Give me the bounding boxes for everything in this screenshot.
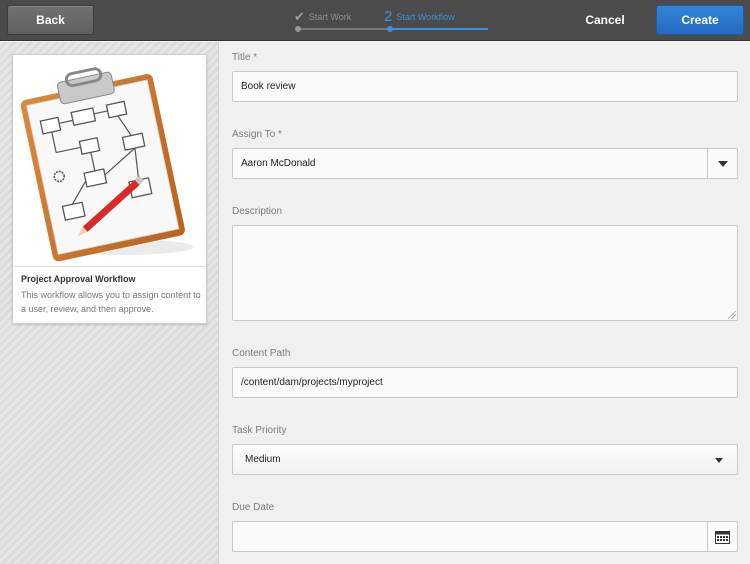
workflow-panel: Project Approval Workflow This workflow … (0, 42, 219, 564)
step-track-current (390, 28, 488, 30)
step-start-workflow[interactable]: 2 Start Workflow (384, 9, 455, 24)
assign-to-input[interactable]: Aaron McDonald (232, 148, 738, 179)
step-label: Start Workflow (396, 11, 455, 22)
task-priority-select[interactable]: Medium (232, 444, 738, 475)
step-dot-current (387, 26, 393, 32)
step-label: Start Work (308, 11, 352, 22)
back-button[interactable]: Back (7, 5, 94, 35)
top-toolbar: Back ✔ Start Work 2 Start Workflow Cance… (0, 0, 750, 41)
content-path-label: Content Path (232, 348, 291, 359)
title-input[interactable]: Book review (232, 71, 738, 102)
chevron-down-icon (715, 458, 723, 463)
step-number: 2 (384, 8, 393, 25)
workflow-form: Title * Book review Assign To * Aaron Mc… (220, 42, 750, 564)
task-priority-value: Medium (245, 454, 281, 465)
step-track-completed (298, 28, 390, 30)
task-priority-label: Task Priority (232, 425, 287, 436)
cancel-button[interactable]: Cancel (580, 5, 630, 35)
date-picker-button[interactable] (707, 522, 737, 551)
step-start-work[interactable]: ✔ Start Work (294, 10, 351, 23)
workflow-title: Project Approval Workflow (21, 274, 136, 284)
title-label: Title * (232, 52, 258, 63)
due-date-label: Due Date (232, 502, 275, 513)
workflow-card[interactable]: Project Approval Workflow This workflow … (12, 54, 207, 324)
chevron-down-icon (717, 160, 728, 167)
clipboard-illustration (20, 67, 193, 262)
checkmark-icon: ✔ (294, 9, 305, 24)
step-dot-completed (295, 26, 301, 32)
content-path-input[interactable]: /content/dam/projects/myproject (232, 367, 738, 398)
workflow-thumbnail (13, 55, 206, 267)
assign-to-label: Assign To * (232, 129, 282, 140)
due-date-input[interactable] (232, 521, 738, 552)
resize-handle-icon[interactable] (728, 311, 736, 319)
description-label: Description (232, 206, 283, 217)
description-textarea[interactable] (232, 225, 738, 321)
assign-to-dropdown-button[interactable] (707, 149, 737, 178)
calendar-icon (715, 530, 730, 544)
workflow-description: This workflow allows you to assign conte… (21, 290, 201, 314)
wizard-steps: ✔ Start Work 2 Start Workflow (290, 8, 490, 36)
create-button[interactable]: Create (656, 5, 744, 35)
assign-to-value: Aaron McDonald (241, 158, 316, 169)
